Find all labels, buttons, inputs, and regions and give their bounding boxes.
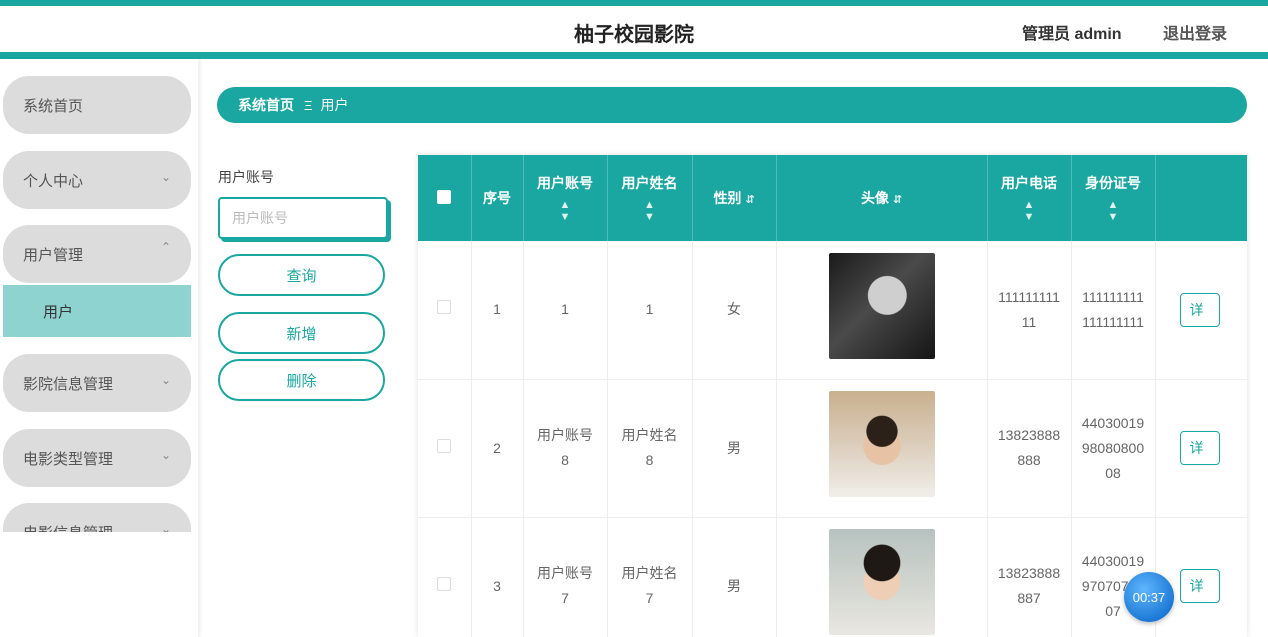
app-header: 柚子校园影院 管理员 admin 退出登录: [0, 6, 1268, 52]
select-all-checkbox[interactable]: [437, 189, 452, 204]
sidebar-item-label: 个人中心: [23, 172, 84, 190]
sort-icon[interactable]: ⇵: [745, 194, 754, 206]
sidebar-subitem-label: 用户: [43, 303, 74, 321]
cell-gender: 男: [692, 517, 777, 637]
cell-name: 用户姓名7: [607, 517, 693, 637]
detail-button[interactable]: 详: [1179, 569, 1220, 603]
avatar-image: [828, 252, 935, 359]
header-name[interactable]: 用户姓名 ▲ ▼: [607, 155, 693, 241]
header-phone[interactable]: 用户电话 ▲ ▼: [987, 155, 1072, 241]
sidebar-item-label: 电影类型管理: [23, 450, 114, 468]
detail-button[interactable]: 详: [1179, 431, 1220, 465]
header-avatar[interactable]: 头像 ⇵: [776, 155, 988, 241]
header-gender[interactable]: 性别 ⇵: [692, 155, 777, 241]
breadcrumb-current: 用户: [320, 97, 349, 113]
breadcrumb-home[interactable]: 系统首页: [238, 95, 294, 115]
chevron-down-icon: ⌄: [160, 522, 171, 532]
chevron-up-icon: ⌃: [160, 240, 171, 254]
sidebar-item-profile[interactable]: 个人中心 ⌄: [3, 151, 191, 209]
avatar-image: [828, 391, 935, 497]
header-index: 序号: [471, 155, 524, 241]
sidebar-item-cinema-management[interactable]: 影院信息管理 ⌄: [3, 354, 191, 412]
sidebar-item-movie-type-management[interactable]: 电影类型管理 ⌄: [3, 429, 191, 487]
cell-idcard: 440300199808080008: [1071, 379, 1156, 518]
cell-account: 用户账号8: [523, 379, 608, 518]
cell-index: 3: [471, 517, 524, 637]
sidebar-item-user-management[interactable]: 用户管理 ⌃: [3, 225, 191, 283]
chevron-down-icon: ⌄: [160, 373, 171, 387]
sidebar-item-label: 影院信息管理: [23, 375, 114, 393]
recording-timer: 00:37: [1124, 572, 1174, 622]
sidebar-item-movie-info-management[interactable]: 电影信息管理 ⌄: [3, 503, 191, 532]
chevron-down-icon: ⌄: [160, 170, 171, 184]
header-actions: [1155, 155, 1247, 241]
table-header-row: 序号 用户账号 ▲ ▼ 用户姓名 ▲ ▼ 性别 ⇵ 头像 ⇵ 用户电话 ▲ ▼ 身份证号 ▲ ▼: [418, 155, 1247, 241]
cell-idcard: 111111111111111111: [1071, 241, 1156, 380]
sort-icon[interactable]: ▲ ▼: [988, 199, 1071, 223]
sidebar: 系统首页 个人中心 ⌄ 用户管理 ⌃ 用户 影院信息管理 ⌄ 电影类型管理 ⌄ …: [0, 59, 198, 637]
header-account[interactable]: 用户账号 ▲ ▼: [523, 155, 608, 241]
breadcrumb: 系统首页 Ξ 用户: [217, 87, 1247, 123]
query-button[interactable]: 查询: [218, 254, 385, 296]
cell-name: 1: [607, 241, 693, 380]
sort-icon[interactable]: ▲ ▼: [608, 199, 692, 223]
cell-phone: 13823888888: [987, 379, 1072, 518]
cell-phone: 13823888887: [987, 517, 1072, 637]
cell-account: 1: [523, 241, 608, 380]
sidebar-subitem-user[interactable]: 用户: [3, 285, 191, 337]
sidebar-item-label: 系统首页: [23, 97, 84, 115]
add-button[interactable]: 新增: [218, 312, 385, 354]
cell-phone: 11111111111: [987, 241, 1072, 380]
sort-icon[interactable]: ▲ ▼: [1072, 199, 1155, 223]
admin-label: 管理员 admin: [1022, 26, 1122, 43]
row-checkbox[interactable]: [437, 576, 452, 591]
search-label: 用户账号: [218, 169, 274, 185]
sort-icon[interactable]: ⇵: [893, 194, 902, 206]
sidebar-item-home[interactable]: 系统首页: [3, 76, 191, 134]
table-row: 2 用户账号8 用户姓名8 男 13823888888 440300199808…: [418, 379, 1247, 518]
delete-button[interactable]: 删除: [218, 359, 385, 401]
account-search-input[interactable]: [218, 197, 388, 239]
cell-index: 2: [471, 379, 524, 518]
cell-name: 用户姓名8: [607, 379, 693, 518]
header-idcard[interactable]: 身份证号 ▲ ▼: [1071, 155, 1156, 241]
user-table: 序号 用户账号 ▲ ▼ 用户姓名 ▲ ▼ 性别 ⇵ 头像 ⇵ 用户电话 ▲ ▼ 身份证号 ▲ ▼…: [418, 155, 1247, 637]
table-row: 3 用户账号7 用户姓名7 男 13823888887 440300199707…: [418, 517, 1247, 637]
chevron-down-icon: ⌄: [160, 448, 171, 462]
detail-button[interactable]: 详: [1179, 292, 1220, 327]
avatar-image: [828, 529, 935, 635]
header-divider: [0, 52, 1268, 59]
row-checkbox[interactable]: [437, 300, 452, 315]
row-checkbox[interactable]: [437, 438, 452, 453]
sort-icon[interactable]: ▲ ▼: [524, 199, 607, 223]
cell-account: 用户账号7: [523, 517, 608, 637]
cell-gender: 男: [692, 379, 777, 518]
sidebar-item-label: 电影信息管理: [23, 522, 113, 533]
cell-index: 1: [471, 241, 524, 380]
cell-gender: 女: [692, 241, 777, 380]
sidebar-item-label: 用户管理: [23, 246, 84, 264]
header-select-all[interactable]: [418, 155, 472, 241]
logout-link[interactable]: 退出登录: [1163, 20, 1227, 44]
menu-icon: Ξ: [304, 97, 313, 113]
sidebar-menu: 系统首页 个人中心 ⌄ 用户管理 ⌃ 用户 影院信息管理 ⌄ 电影类型管理 ⌄ …: [0, 59, 198, 532]
table-row: 1 1 1 女 11111111111 111111111111111111 详: [418, 241, 1247, 380]
